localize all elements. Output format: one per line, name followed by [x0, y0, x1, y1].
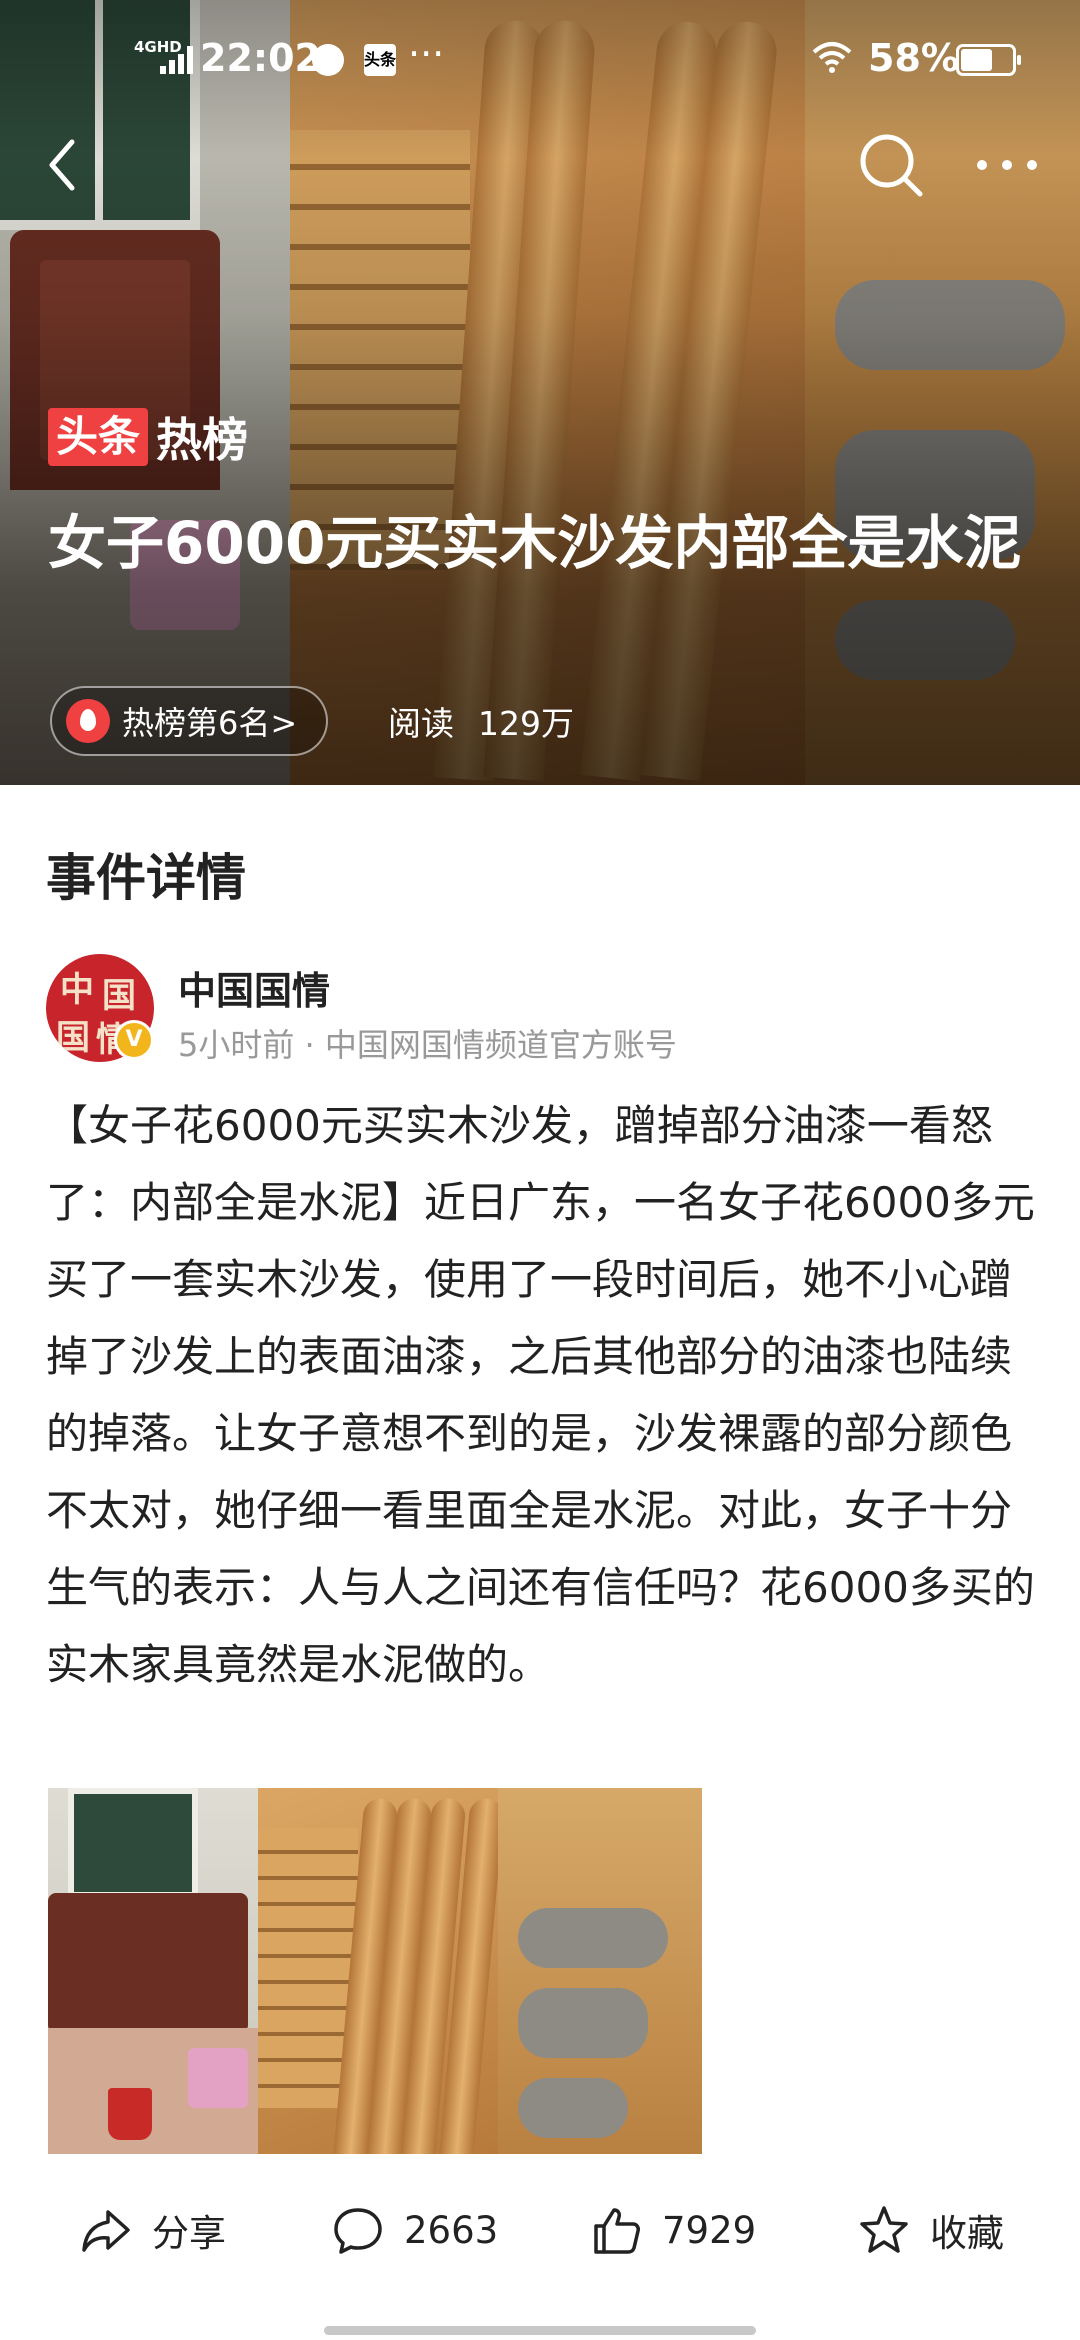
hot-list-brand: 头条 热榜: [48, 408, 248, 467]
share-label: 分享: [152, 2212, 226, 2255]
section-title: 事件详情: [46, 849, 246, 907]
thumbs-up-icon: [594, 2208, 640, 2254]
clock: 22:02: [200, 36, 321, 80]
verified-badge-icon: V: [114, 1020, 154, 1060]
share-arrow-icon: [82, 2210, 130, 2252]
signal-icon: [160, 46, 196, 74]
read-count-value: 129万: [478, 704, 574, 743]
status-bar: 4GHD 22:02 头条 ··· 58%: [0, 30, 1080, 90]
battery-percent: 58%: [868, 36, 959, 80]
like-button[interactable]: 7929: [588, 2180, 756, 2280]
comment-button[interactable]: 2663: [330, 2180, 498, 2280]
like-count: 7929: [662, 2208, 757, 2252]
favorite-label: 收藏: [930, 2212, 1004, 2255]
back-arrow-icon: [49, 139, 75, 191]
comment-count: 2663: [404, 2208, 499, 2252]
hero-banner: 4GHD 22:02 头条 ··· 58% 头条 热榜 女子6000元买实木沙发…: [0, 0, 1080, 785]
more-notifications-icon: ···: [408, 32, 445, 76]
action-bar: 分享 2663 7929 收藏: [0, 2180, 1080, 2280]
back-button[interactable]: [38, 130, 88, 200]
comment-bubble-icon: [334, 2208, 382, 2254]
author-name[interactable]: 中国国情: [178, 960, 330, 1015]
home-indicator[interactable]: [324, 2326, 756, 2335]
image-room: [48, 1788, 258, 2154]
battery-icon: [956, 44, 1021, 76]
more-button[interactable]: [972, 140, 1042, 190]
star-icon: [860, 2206, 908, 2253]
hero-title: 女子6000元买实木沙发内部全是水泥: [48, 509, 1022, 577]
article-image[interactable]: [48, 1788, 702, 2154]
notification-icon: [312, 44, 344, 76]
fire-icon: [66, 699, 110, 743]
hot-rank-button[interactable]: 热榜第6名>: [50, 686, 328, 756]
app-notification-icon: 头条: [364, 44, 396, 76]
article-body: 【女子花6000元买实木沙发，蹭掉部分油漆一看怒了：内部全是水泥】近日广东，一名…: [46, 1101, 1035, 1689]
search-button[interactable]: [856, 130, 926, 200]
image-cement: [498, 1788, 702, 2154]
hot-rank-label: 热榜第6名>: [122, 704, 298, 742]
wifi-icon: [812, 40, 852, 83]
image-planks: [258, 1788, 498, 2154]
favorite-button[interactable]: 收藏: [856, 2180, 1004, 2280]
search-icon: [860, 134, 923, 197]
toutiao-logo: 头条: [48, 408, 149, 466]
more-dots-icon: [977, 160, 1037, 170]
read-count-label: 阅读: [388, 704, 454, 743]
hot-list-label: 热榜: [156, 413, 249, 467]
share-button[interactable]: 分享: [78, 2180, 226, 2280]
author-meta: 5小时前 · 中国网国情频道官方账号: [178, 1026, 677, 1064]
